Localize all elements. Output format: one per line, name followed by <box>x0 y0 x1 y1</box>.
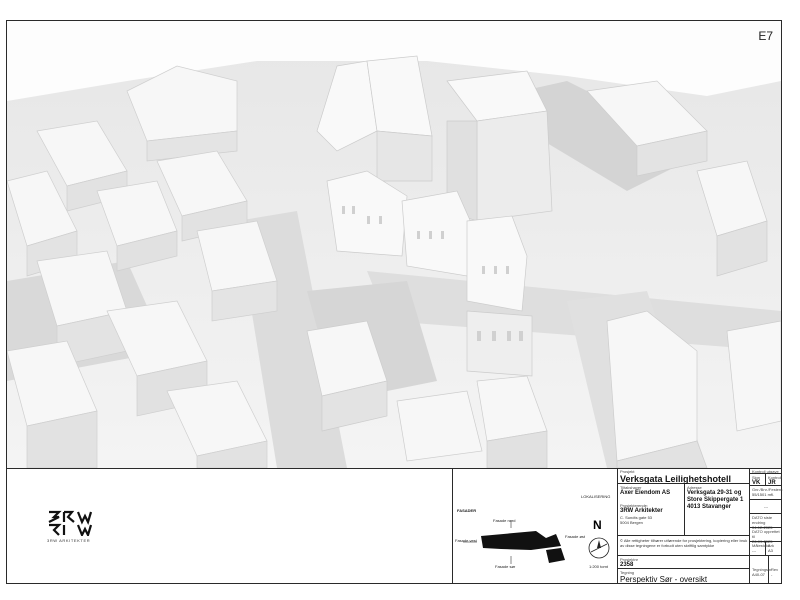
copyright-notice: © Alle rettigheter tilhører utførende fo… <box>620 538 748 548</box>
key-map: FASADER LOKALISERING Fasade nord Fasade … <box>452 468 618 583</box>
title-block: 3RW ARKITEKTER FASADER LOKALISERING Fasa… <box>7 468 783 584</box>
address-line-2: Store Skippergate 1 <box>687 497 744 503</box>
project-number: 2358 <box>620 562 634 568</box>
city-model-render <box>7 21 781 468</box>
north-heading: LOKALISERING <box>581 494 611 499</box>
scale-value: --- <box>752 548 756 553</box>
drawing-sheet: E7 3RW ARKITEKTER FASADER LOKALISERING F… <box>6 20 783 584</box>
project-info: Prosjekt Verksgata Leilighetshotell Tilt… <box>617 468 750 584</box>
drawing-number: A40-07 <box>752 572 765 577</box>
gnr-value: 55/1501 mfl. <box>752 492 775 497</box>
address-line-3: 4013 Stavanger <box>687 504 732 510</box>
drawing-title: Perspektiv Sør - oversikt <box>620 575 708 584</box>
address-line-1: Verksgata 29-31 og <box>687 490 742 496</box>
designer-name: 3RW Arkitekter <box>620 508 663 514</box>
view-label-west: Fasade vest <box>455 538 477 543</box>
view-label-south: Fasade sør <box>495 564 516 569</box>
north-arrow-icon <box>588 537 610 559</box>
designer-city: 5004 Bergen <box>620 520 643 525</box>
view-label-east: Fasade øst <box>565 534 586 539</box>
date-changed-label: DATO siste endring <box>752 515 773 525</box>
scale-note: 1:200 tomt <box>589 564 608 569</box>
site-plan-sketch <box>463 520 565 564</box>
paper-value: A3 <box>768 548 773 553</box>
project-name: Verksgata Leilighetshotell <box>620 474 732 484</box>
north-letter: N <box>593 518 602 532</box>
sheet-code: E7 <box>758 29 773 43</box>
logo-subtitle: 3RW ARKITEKTER <box>47 538 91 543</box>
keymap-heading: FASADER <box>457 508 477 513</box>
revision-value: - <box>771 572 773 577</box>
empty-field: --- <box>764 504 768 509</box>
control-info: Kontroll utgave Sign VK Kontroll JR Gnr.… <box>749 468 783 583</box>
view-label-north: Fasade nord <box>493 518 516 523</box>
client-name: Axer Eiendom AS <box>620 490 671 496</box>
company-logo <box>47 510 107 541</box>
date-created-label: DATO opprettet til <box>752 529 780 539</box>
3rw-logo-mark <box>48 510 93 538</box>
perspective-render: E7 <box>7 21 781 469</box>
